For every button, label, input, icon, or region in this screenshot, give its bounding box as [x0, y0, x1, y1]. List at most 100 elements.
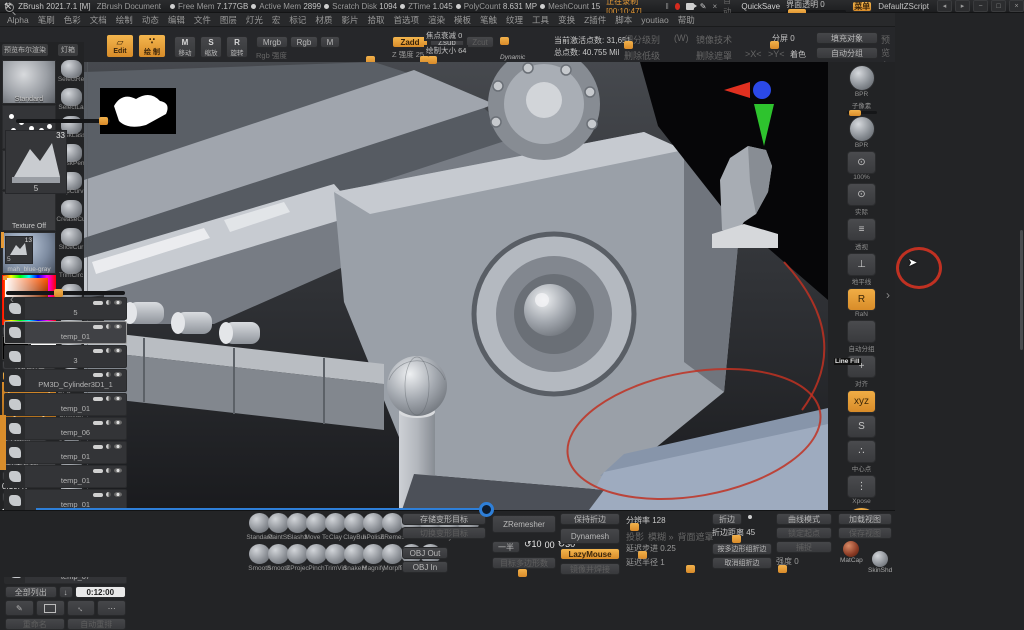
dock-left-icon[interactable]: ◂	[937, 0, 952, 12]
transform-button[interactable]: M 移动	[174, 36, 196, 58]
tray-brush[interactable]: ZRemes	[383, 513, 402, 541]
shade-toggle-icon[interactable]	[106, 372, 111, 377]
del-lower-button[interactable]: 删除低级	[624, 49, 660, 62]
resize-arrows-icon[interactable]: ↔	[67, 600, 96, 616]
subtool-row[interactable]: temp_01	[4, 393, 127, 416]
curve-mode-button[interactable]: 曲线模式	[776, 513, 832, 525]
menu-item[interactable]: 帮助	[677, 14, 696, 26]
mini-brush[interactable]: SelectRe	[58, 60, 84, 87]
eye-icon[interactable]	[114, 468, 122, 473]
tray-brush[interactable]: Standard	[250, 513, 269, 541]
shelf-tool-button[interactable]: xyz	[847, 390, 876, 413]
subtool-row[interactable]: temp_01	[4, 441, 127, 464]
tool-slider[interactable]	[16, 119, 110, 123]
zadd-button[interactable]: Zadd	[392, 36, 428, 48]
menu-item[interactable]: 笔刷	[37, 14, 56, 26]
del-mask-button[interactable]: 删除遮罩	[696, 49, 732, 62]
pencil-icon[interactable]: ✎	[700, 2, 707, 11]
crease-button[interactable]: 折边	[712, 513, 742, 525]
shade-toggle-icon[interactable]	[106, 396, 111, 401]
shelf-tool-button[interactable]: ⊙ 100%	[847, 151, 876, 181]
dynamic-label[interactable]: Dynamic	[500, 54, 525, 61]
mini-brush[interactable]: SliceCur	[58, 228, 84, 255]
backface-button[interactable]: 背面遮罩	[678, 530, 714, 543]
paint-toggle-icon[interactable]	[93, 421, 103, 425]
mrgb-button[interactable]: Mrgb	[256, 36, 288, 48]
subtool-row[interactable]: PM3D_Cylinder3D1_1	[4, 369, 127, 392]
tray-brush[interactable]: PaintSt	[269, 513, 288, 541]
tray-brush[interactable]: Smooth	[250, 544, 269, 572]
record-dot-icon[interactable]	[675, 3, 680, 10]
small-tool-thumbnail[interactable]: 13 5	[5, 236, 33, 264]
tray-brush[interactable]: ClayBui	[345, 513, 364, 541]
current-texture-thumbnail[interactable]: Texture Off	[2, 191, 56, 231]
eye-icon[interactable]	[114, 300, 122, 305]
menu-item[interactable]: 宏	[271, 14, 282, 26]
uncrease-pg-button[interactable]: 取消组折边	[712, 557, 772, 569]
zremesher-button[interactable]: ZRemesher	[492, 515, 556, 533]
shelf-tool-button[interactable]: ⋮ Xpose	[847, 475, 876, 505]
transform-button[interactable]: S 缩放	[200, 36, 222, 58]
menu-button[interactable]: 菜单	[852, 1, 872, 12]
rename-button[interactable]: 重命名	[5, 618, 65, 630]
shade-toggle-icon[interactable]	[106, 444, 111, 449]
mini-brush[interactable]: TrimCirc	[58, 256, 84, 283]
zcut-button[interactable]: Zcut	[466, 36, 494, 48]
eye-icon[interactable]	[114, 348, 122, 353]
target-poly-button[interactable]: 目标多边形数	[492, 557, 556, 569]
timeline-handle[interactable]	[479, 502, 494, 517]
viewport-canvas[interactable]	[84, 62, 828, 510]
shelf-tool-button[interactable]: 自动分组	[847, 320, 876, 353]
snap-button[interactable]: 捕捉	[776, 541, 832, 553]
menu-item[interactable]: 色彩	[63, 14, 82, 26]
menu-item[interactable]: 标记	[288, 14, 307, 26]
shade-toggle-icon[interactable]	[106, 300, 111, 305]
edit-button[interactable]: ▱ Edit	[106, 34, 134, 58]
eye-icon[interactable]	[114, 324, 122, 329]
lock-start-button[interactable]: 锁定起点	[776, 527, 832, 539]
steps-icon[interactable]: ⋯	[97, 600, 126, 616]
panel-scrollbar[interactable]	[1020, 230, 1023, 350]
menu-item[interactable]: 绘制	[115, 14, 134, 26]
preview-boolean-button[interactable]: 预览布尔渲染	[2, 44, 48, 56]
minimize-icon[interactable]: −	[973, 0, 988, 12]
store-morph-button[interactable]: 存储变形目标	[402, 513, 486, 525]
bpr-button[interactable]: BPR	[849, 65, 875, 98]
shelf-tool-button[interactable]: ∴ 中心点	[847, 440, 876, 473]
mini-brush[interactable]: SelectLa	[58, 88, 84, 115]
project-button[interactable]: 投影	[626, 530, 644, 543]
paint-toggle-icon[interactable]	[93, 373, 103, 377]
auto-reorder-button[interactable]: 自动重排	[67, 618, 127, 630]
load-view-button[interactable]: 加载视图	[838, 513, 892, 525]
frame-icon[interactable]	[36, 600, 65, 616]
left-divider-handle[interactable]: ‹	[10, 292, 14, 306]
rgb-button[interactable]: Rgb	[290, 36, 318, 48]
skinshade-material[interactable]: SkinShd	[868, 551, 892, 574]
restore-icon[interactable]: □	[991, 0, 1006, 12]
menu-item[interactable]: 文档	[89, 14, 108, 26]
menu-item[interactable]: 灯光	[245, 14, 264, 26]
curve-strength-button[interactable]: 00	[545, 540, 555, 550]
current-brush-thumbnail[interactable]: Standard	[2, 60, 56, 104]
tray-brush[interactable]: ZProjec	[288, 544, 307, 572]
menu-item[interactable]: 材质	[314, 14, 333, 26]
matcap-material[interactable]: MatCap	[840, 541, 863, 564]
sym-x-button[interactable]: >X<	[745, 49, 762, 59]
eye-icon[interactable]	[114, 444, 122, 449]
menu-item[interactable]: 编辑	[167, 14, 186, 26]
paint-toggle-icon[interactable]	[93, 469, 103, 473]
menu-item[interactable]: 工具	[531, 14, 550, 26]
tray-brush[interactable]: Clay	[326, 513, 345, 541]
dynamesh-button[interactable]: Dynamesh	[560, 528, 620, 544]
menu-item[interactable]: youtiao	[640, 15, 669, 25]
obj-out-button[interactable]: OBJ Out	[402, 547, 448, 559]
shade-toggle-icon[interactable]	[106, 420, 111, 425]
pause-icon[interactable]: ‖	[666, 2, 669, 11]
tray-brush[interactable]: Move Tc	[307, 513, 326, 541]
ui-opacity-control[interactable]: 界面透明 0	[786, 0, 846, 13]
shade-toggle-icon[interactable]	[106, 348, 111, 353]
tray-brush[interactable]: Magnify	[364, 544, 383, 572]
menu-item[interactable]: 纹理	[505, 14, 524, 26]
menu-item[interactable]: 笔触	[479, 14, 498, 26]
paint-toggle-icon[interactable]	[93, 325, 103, 329]
